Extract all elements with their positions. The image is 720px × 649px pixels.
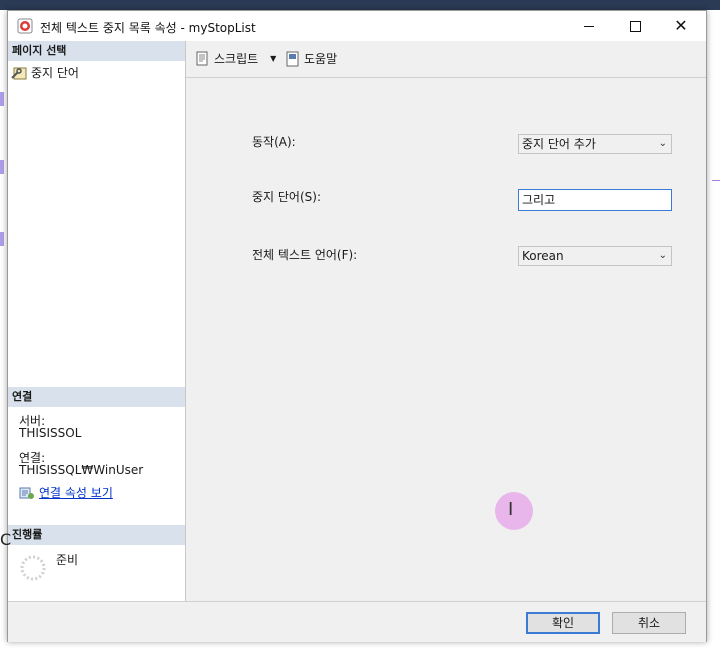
title-bar[interactable]: 전체 텍스트 중지 목록 속성 - myStopList ✕ — [8, 11, 706, 41]
action-value: 중지 단어 추가 — [522, 137, 596, 151]
sql-server-icon — [17, 18, 33, 34]
script-button[interactable]: 스크립트 ▼ — [194, 50, 276, 67]
page-item-label: 중지 단어 — [31, 66, 79, 80]
connection-properties-icon — [19, 487, 34, 499]
chevron-down-icon: ⌄ — [658, 250, 667, 261]
view-connection-properties-label: 연결 속성 보기 — [39, 486, 113, 500]
language-label: 전체 텍스트 언어(F): — [252, 248, 358, 262]
background-mark — [0, 160, 4, 174]
help-icon — [286, 51, 299, 66]
cursor-highlight — [495, 492, 533, 530]
toolbar: 스크립트 ▼ 도움말 — [186, 41, 706, 78]
stoplist-properties-dialog: 전체 텍스트 중지 목록 속성 - myStopList ✕ 페이지 선택 중지… — [7, 10, 707, 642]
minimize-button[interactable] — [566, 11, 612, 41]
minimize-icon — [584, 25, 594, 27]
help-button[interactable]: 도움말 — [286, 50, 337, 67]
background-mark — [712, 180, 720, 181]
stopword-label: 중지 단어(S): — [252, 190, 321, 204]
stopword-input[interactable]: 그리고 — [518, 189, 672, 211]
action-label: 동작(A): — [252, 135, 296, 149]
ok-button[interactable]: 확인 — [526, 612, 600, 634]
page-item-stopwords[interactable]: 중지 단어 — [11, 64, 79, 81]
language-combobox[interactable]: Korean ⌄ — [518, 246, 672, 266]
progress-spinner-icon — [20, 555, 46, 581]
progress-status: 준비 — [56, 553, 79, 567]
connection-value: THISISSQL₩WinUser — [19, 463, 144, 477]
script-label: 스크립트 — [214, 52, 259, 66]
background-text-fragment: C — [0, 530, 12, 549]
select-page-header: 페이지 선택 — [8, 41, 185, 61]
close-button[interactable]: ✕ — [658, 11, 704, 41]
language-value: Korean — [522, 249, 564, 263]
progress-header: 진행률 — [8, 525, 185, 545]
chevron-down-icon: ⌄ — [658, 138, 667, 149]
window-title: 전체 텍스트 중지 목록 속성 - myStopList — [40, 21, 256, 35]
script-icon — [196, 51, 208, 65]
cancel-button[interactable]: 취소 — [612, 612, 686, 634]
wrench-page-icon — [11, 67, 27, 79]
help-label: 도움말 — [304, 52, 338, 66]
close-icon: ✕ — [674, 16, 688, 35]
action-combobox[interactable]: 중지 단어 추가 ⌄ — [518, 134, 672, 154]
view-connection-properties-link[interactable]: 연결 속성 보기 — [19, 484, 113, 501]
maximize-button[interactable] — [612, 11, 658, 41]
maximize-icon — [629, 20, 641, 32]
background-mark — [0, 232, 4, 246]
background-mark — [0, 92, 4, 106]
background-window-strip — [0, 0, 720, 10]
script-dropdown-icon[interactable]: ▼ — [270, 54, 276, 63]
right-pane: 스크립트 ▼ 도움말 동작(A): 중지 단어 추가 ⌄ 중지 단어(S): 그… — [186, 41, 706, 601]
server-value: THISISSOL — [19, 426, 82, 440]
text-cursor-icon: I — [508, 499, 514, 520]
connection-header: 연결 — [8, 387, 185, 407]
dialog-footer: 확인 취소 — [8, 601, 706, 642]
left-pane: 페이지 선택 중지 단어 연결 서버: THISISSOL 연결: THISIS… — [8, 41, 186, 601]
